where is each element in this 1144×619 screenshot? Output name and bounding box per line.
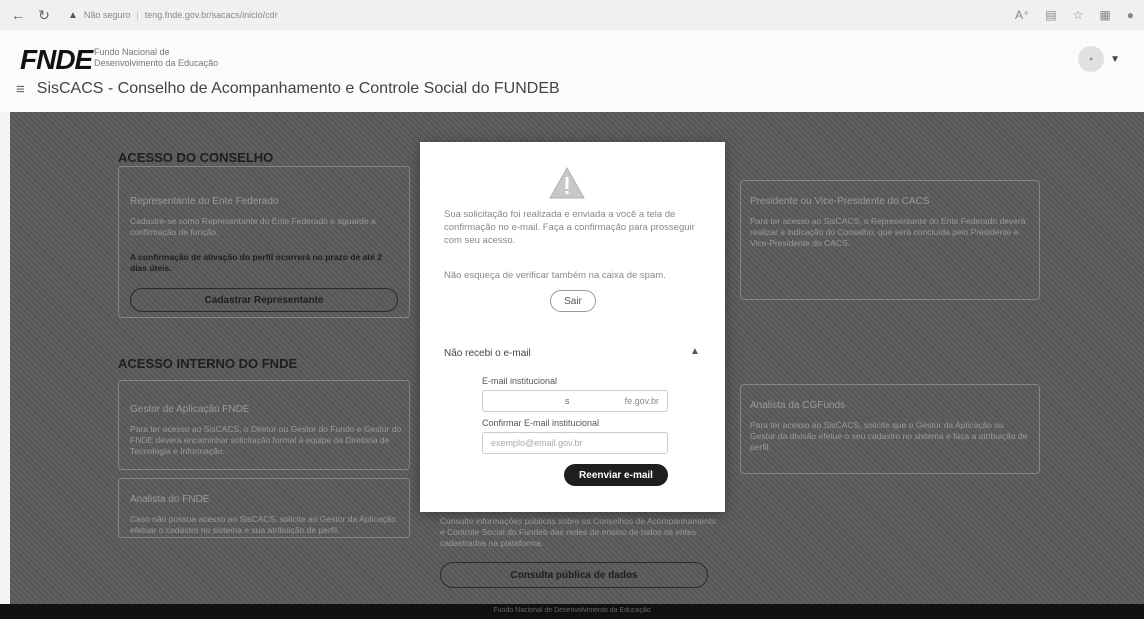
address-bar[interactable]: ▲ Não seguro | teng.fnde.gov.br/sacacs/i… (68, 10, 278, 21)
consulta-publica-button[interactable]: Consulta pública de dados (440, 562, 708, 588)
confirm-email-label: Confirmar E-mail institucional (482, 418, 600, 428)
logo-subtitle-line2: Desenvolvimento da Educação (94, 58, 219, 68)
chevron-up-icon[interactable]: ▲ (690, 346, 700, 357)
card-cgfunds-text: Para ter acesso ao SisCACS, solicite que… (750, 420, 1028, 452)
modal-message: Sua solicitação foi realizada e enviada … (444, 209, 695, 246)
email-domain-suffix: fe.gov.br (624, 396, 659, 406)
site-header: FNDE Fundo Nacional de Desenvolvimento d… (0, 30, 1144, 112)
section-title-acesso-conselho: ACESSO DO CONSELHO (118, 150, 274, 165)
card-presidente-text: Para ter acesso ao SisCACS, o Representa… (750, 216, 1026, 248)
collections-icon[interactable]: ▦ (1099, 8, 1110, 22)
hamburger-menu-icon[interactable]: ≡ (16, 81, 25, 98)
card-representante-text: Cadastre-se como Representante do Ente F… (130, 216, 376, 237)
logo-subtitle-line1: Fundo Nacional de (94, 47, 170, 57)
url-text: teng.fnde.gov.br/sacacs/inicio/cdr (144, 10, 278, 20)
card-representante-title: Representante do Ente Federado (130, 196, 279, 207)
accordion-nao-recebi[interactable]: Não recebi o e-mail (444, 348, 531, 359)
card-analista-text: Caso não possua acesso ao SisCACS, solic… (130, 514, 397, 535)
warning-triangle-icon (549, 166, 585, 199)
read-aloud-icon[interactable]: A​⁺ (1015, 8, 1029, 22)
reload-icon[interactable]: ↻ (36, 7, 52, 24)
email-value: s (565, 396, 570, 406)
card-gestor-title: Gestor de Aplicação FNDE (130, 404, 250, 415)
consulta-text: Consulte informações públicas sobre os C… (440, 516, 716, 548)
chevron-down-icon[interactable]: ▼ (1110, 54, 1120, 65)
card-analista-title: Analista do FNDE (130, 494, 210, 505)
user-menu[interactable]: ● ▼ (1078, 46, 1120, 72)
confirmation-modal: Sua solicitação foi realizada e enviada … (420, 142, 725, 512)
card-representante-note: A confirmação de ativação do perfil ocor… (130, 252, 382, 273)
security-label: Não seguro (83, 10, 131, 20)
modal-spam-note: Não esqueça de verificar também na caixa… (444, 270, 666, 281)
logo-subtitle: Fundo Nacional de Desenvolvimento da Edu… (94, 47, 218, 69)
avatar[interactable]: ● (1078, 46, 1105, 72)
browser-toolbar: ← ↻ ▲ Não seguro | teng.fnde.gov.br/saca… (0, 0, 1144, 30)
reenviar-email-button[interactable]: Reenviar e-mail (564, 464, 668, 486)
cadastrar-representante-button[interactable]: Cadastrar Representante (130, 288, 398, 312)
card-cgfunds-title: Analista da CGFunds (750, 400, 846, 411)
profile-icon[interactable]: ● (1127, 8, 1134, 22)
favorites-icon[interactable]: ☆ (1073, 8, 1084, 22)
email-field[interactable]: s fe.gov.br (482, 390, 668, 412)
card-gestor-text: Para ter acesso ao SisCACS, o Diretor ou… (130, 424, 402, 456)
sair-button[interactable]: Sair (550, 290, 596, 312)
card-presidente-title: Presidente ou Vice-Presidente do CACS (750, 196, 930, 207)
warning-icon: ▲ (68, 9, 78, 21)
email-label: E-mail institucional (482, 376, 558, 386)
site-footer: Fundo Nacional de Desenvolvimento da Edu… (0, 604, 1144, 619)
extensions-icon[interactable]: ▤ (1045, 8, 1056, 22)
fnde-logo[interactable]: FNDE (20, 44, 93, 76)
system-title-bar: ≡ SisCACS - Conselho de Acompanhamento e… (16, 80, 560, 98)
url-separator: | (136, 10, 139, 20)
confirm-email-placeholder: exemplo@email.gov.br (491, 438, 583, 448)
back-icon[interactable]: ← (10, 7, 26, 23)
page-title: SisCACS - Conselho de Acompanhamento e C… (36, 80, 560, 97)
confirm-email-field[interactable]: exemplo@email.gov.br (482, 432, 668, 454)
browser-actions: A​⁺ ▤ ☆ ▦ ● (1015, 8, 1134, 22)
footer-text: Fundo Nacional de Desenvolvimento da Edu… (493, 607, 651, 614)
section-title-acesso-interno: ACESSO INTERNO DO FNDE (118, 356, 298, 371)
